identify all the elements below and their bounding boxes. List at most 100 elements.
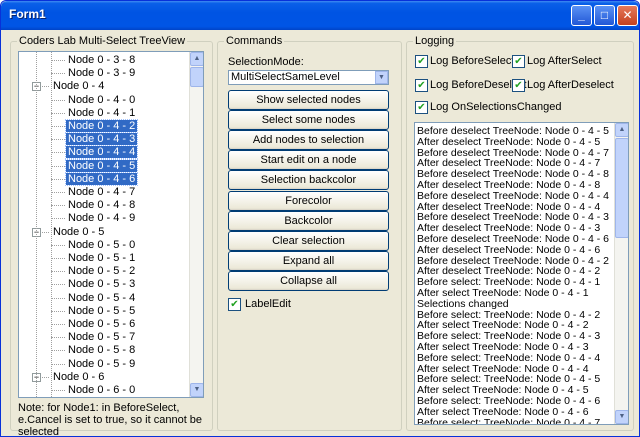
tree-node[interactable]: Node 0 - 5 - 9 bbox=[66, 358, 137, 371]
tree-connector bbox=[51, 244, 65, 246]
selection-mode-value: MultiSelectSameLevel bbox=[231, 71, 340, 83]
tree-scrollbar[interactable]: ▲ ▼ bbox=[189, 52, 203, 397]
log-line: Before select: TreeNode: Node 0 - 4 - 7 bbox=[417, 416, 601, 425]
tree-connector bbox=[51, 192, 65, 193]
tree-node[interactable]: Node 0 - 4 - 2 bbox=[64, 119, 139, 133]
tree-node-label[interactable]: Node 0 - 5 bbox=[51, 226, 106, 238]
tree-node-label[interactable]: Node 0 - 4 - 1 bbox=[66, 107, 137, 119]
tree-node-label[interactable]: Node 0 - 4 bbox=[51, 80, 106, 92]
tree-node[interactable]: Node 0 - 5 - 0 bbox=[66, 239, 137, 252]
tree-node-label[interactable]: Node 0 - 5 - 6 bbox=[66, 318, 137, 330]
tree-node[interactable]: Node 0 - 4 - 9 bbox=[66, 212, 137, 225]
tree-node-label[interactable]: Node 0 - 5 - 1 bbox=[66, 252, 137, 264]
tree-node[interactable]: Node 0 - 6 bbox=[51, 371, 106, 384]
scroll-up-icon[interactable]: ▲ bbox=[190, 52, 203, 66]
tree-node-label[interactable]: Node 0 - 4 - 4 bbox=[64, 145, 139, 160]
tree-node-label[interactable]: Node 0 - 5 - 2 bbox=[66, 265, 137, 277]
tree-connector bbox=[51, 52, 52, 397]
scroll-thumb[interactable] bbox=[615, 138, 628, 238]
scroll-thumb[interactable] bbox=[190, 67, 203, 87]
tree-node[interactable]: Node 0 - 6 - 0 bbox=[66, 384, 137, 397]
tree-node-label[interactable]: Node 0 - 5 - 3 bbox=[66, 278, 137, 290]
tree-node[interactable]: Node 0 - 5 bbox=[51, 226, 106, 239]
log-listbox[interactable]: ▲ ▼ Before deselect TreeNode: Node 0 - 4… bbox=[414, 122, 629, 425]
multi-select-treeview[interactable]: ▲ ▼ Node 0 - 3 - 8 Node 0 - 3 - 9 Node 0 -… bbox=[18, 51, 204, 398]
tree-node[interactable]: Node 0 - 4 - 8 bbox=[66, 199, 137, 212]
chevron-down-icon[interactable]: ▼ bbox=[375, 71, 388, 84]
log-checkbox[interactable]: ✔ bbox=[415, 101, 428, 114]
tree-node[interactable]: Node 0 - 5 - 5 bbox=[66, 305, 137, 318]
tree-node[interactable]: Node 0 - 3 - 9 bbox=[66, 67, 137, 80]
tree-node-label[interactable]: Node 0 - 6 - 0 bbox=[66, 384, 137, 396]
collapse-all-button[interactable]: Collapse all bbox=[228, 270, 389, 291]
close-button[interactable]: ✕ bbox=[617, 5, 638, 26]
log-checkbox-label: Log AfterDeselect bbox=[527, 79, 614, 91]
show-selected-nodes-button[interactable]: Show selected nodes bbox=[228, 90, 389, 110]
tree-node[interactable]: Node 0 - 4 bbox=[51, 80, 106, 93]
expand-all-button[interactable]: Expand all bbox=[228, 250, 389, 271]
tree-node[interactable]: Node 0 - 5 - 3 bbox=[66, 278, 137, 291]
tree-node-label[interactable]: Node 0 - 4 - 7 bbox=[66, 186, 137, 198]
tree-node[interactable]: Node 0 - 4 - 3 bbox=[64, 132, 139, 147]
label-edit-label: LabelEdit bbox=[245, 298, 291, 310]
tree-connector bbox=[51, 218, 65, 220]
add-nodes-to-selection-button[interactable]: Add nodes to selection bbox=[228, 130, 389, 151]
commands-group-title: Commands bbox=[224, 35, 285, 48]
backcolor-button[interactable]: Backcolor bbox=[228, 210, 389, 231]
tree-node-label[interactable]: Node 0 - 5 - 9 bbox=[66, 358, 137, 370]
tree-connector bbox=[51, 363, 65, 365]
log-checkbox[interactable]: ✔ bbox=[415, 55, 428, 68]
selection-backcolor-button[interactable]: Selection backcolor bbox=[228, 170, 389, 191]
tree-node[interactable]: Node 0 - 4 - 5 bbox=[64, 158, 139, 173]
tree-node[interactable]: Node 0 - 3 - 8 bbox=[66, 54, 137, 67]
tree-node-label[interactable]: Node 0 - 3 - 8 bbox=[66, 54, 137, 66]
log-checkbox[interactable]: ✔ bbox=[512, 55, 525, 68]
tree-connector bbox=[51, 73, 65, 75]
tree-node[interactable]: Node 0 - 4 - 4 bbox=[64, 145, 139, 160]
tree-node-label[interactable]: Node 0 - 6 bbox=[51, 371, 106, 383]
tree-node[interactable]: Node 0 - 5 - 1 bbox=[66, 252, 137, 265]
scroll-down-icon[interactable]: ▼ bbox=[190, 383, 203, 397]
tree-node-label[interactable]: Node 0 - 5 - 7 bbox=[66, 331, 137, 343]
log-checkbox[interactable]: ✔ bbox=[415, 79, 428, 92]
forecolor-button[interactable]: Forecolor bbox=[228, 190, 389, 211]
title-bar[interactable]: Form1 _ □ ✕ bbox=[1, 1, 639, 30]
tree-node-label[interactable]: Node 0 - 3 - 9 bbox=[66, 67, 137, 79]
tree-node-label[interactable]: Node 0 - 4 - 2 bbox=[64, 119, 139, 133]
tree-connector bbox=[51, 205, 65, 207]
tree-node[interactable]: Node 0 - 5 - 6 bbox=[66, 318, 137, 331]
tree-connector bbox=[51, 297, 65, 299]
tree-node[interactable]: Node 0 - 5 - 4 bbox=[66, 292, 137, 305]
tree-node-label[interactable]: Node 0 - 4 - 6 bbox=[64, 171, 139, 186]
tree-node-label[interactable]: Node 0 - 4 - 8 bbox=[66, 199, 137, 211]
log-checkbox-label: Log AfterSelect bbox=[527, 55, 602, 67]
tree-node[interactable]: Node 0 - 5 - 8 bbox=[66, 344, 137, 357]
minimize-button[interactable]: _ bbox=[571, 5, 592, 26]
select-some-nodes-button[interactable]: Select some nodes bbox=[228, 110, 389, 131]
tree-node-label[interactable]: Node 0 - 5 - 5 bbox=[66, 305, 137, 317]
tree-node-label[interactable]: Node 0 - 4 - 5 bbox=[64, 158, 139, 173]
tree-node-label[interactable]: Node 0 - 4 - 9 bbox=[66, 212, 137, 224]
tree-connector bbox=[51, 165, 65, 167]
log-scrollbar[interactable]: ▲ ▼ bbox=[614, 123, 628, 424]
tree-node[interactable]: Node 0 - 5 - 2 bbox=[66, 265, 137, 278]
tree-node[interactable]: Node 0 - 4 - 7 bbox=[66, 186, 137, 199]
scroll-down-icon[interactable]: ▼ bbox=[615, 410, 628, 424]
maximize-button[interactable]: □ bbox=[594, 5, 615, 26]
tree-node[interactable]: Node 0 - 4 - 0 bbox=[66, 94, 137, 107]
tree-node-label[interactable]: Node 0 - 4 - 0 bbox=[66, 94, 137, 106]
selection-mode-select[interactable]: MultiSelectSameLevel ▼ bbox=[228, 70, 389, 85]
tree-connector bbox=[51, 258, 65, 259]
log-checkbox[interactable]: ✔ bbox=[512, 79, 525, 92]
start-edit-on-a-node-button[interactable]: Start edit on a node bbox=[228, 150, 389, 171]
tree-node[interactable]: Node 0 - 4 - 1 bbox=[66, 107, 137, 120]
label-edit-checkbox[interactable]: ✔ bbox=[228, 298, 241, 311]
tree-node-label[interactable]: Node 0 - 5 - 8 bbox=[66, 344, 137, 356]
tree-node-label[interactable]: Node 0 - 5 - 0 bbox=[66, 239, 137, 251]
tree-node-label[interactable]: Node 0 - 5 - 4 bbox=[66, 292, 137, 304]
scroll-up-icon[interactable]: ▲ bbox=[615, 123, 628, 137]
tree-node[interactable]: Node 0 - 4 - 6 bbox=[64, 171, 139, 186]
tree-node-label[interactable]: Node 0 - 4 - 3 bbox=[64, 132, 139, 147]
clear-selection-button[interactable]: Clear selection bbox=[228, 230, 389, 251]
tree-node[interactable]: Node 0 - 5 - 7 bbox=[66, 331, 137, 344]
